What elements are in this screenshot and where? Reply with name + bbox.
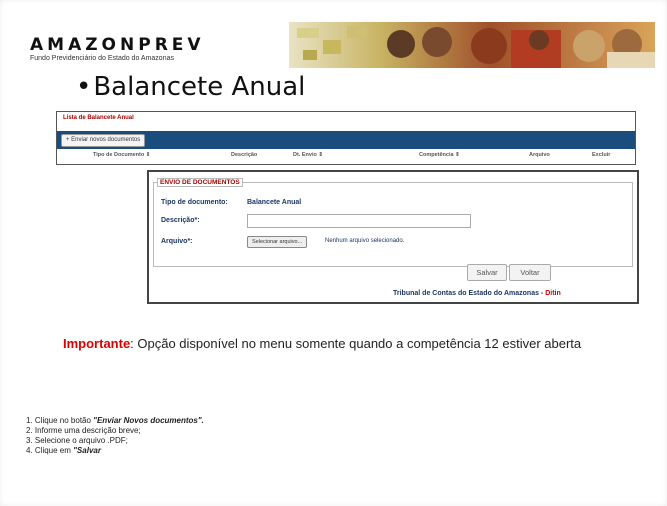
- column-header-tipo[interactable]: Tipo de Documento ⇕: [93, 152, 150, 158]
- descricao-label: Descrição*:: [161, 217, 200, 224]
- important-note: Importante: Opção disponível no menu som…: [63, 336, 581, 351]
- step-item: 4. Clique em "Salvar: [26, 446, 204, 456]
- arquivo-label: Arquivo*:: [161, 238, 193, 245]
- step-item: 2. Informe uma descrição breve;: [26, 426, 204, 436]
- tipo-documento-value: Balancete Anual: [247, 199, 302, 206]
- list-panel-title: Lista de Balancete Anual: [63, 115, 134, 121]
- logo-subtitle: Fundo Previdenciário do Estado do Amazon…: [30, 55, 174, 62]
- file-status-text: Nenhum arquivo selecionado.: [325, 238, 405, 244]
- tribunal-footer: Tribunal de Contas do Estado do Amazonas…: [393, 290, 561, 297]
- step-text: 3. Selecione o arquivo .PDF;: [26, 436, 128, 445]
- tribunal-footer-text: Tribunal de Contas do Estado do Amazonas…: [393, 290, 544, 297]
- ditin-text: Ditin: [545, 290, 561, 297]
- save-button[interactable]: Salvar: [467, 264, 507, 281]
- back-button[interactable]: Voltar: [509, 264, 551, 281]
- step-emphasis: "Enviar Novos documentos".: [93, 416, 204, 425]
- column-header-dt-envio[interactable]: Dt. Envio ⇕: [293, 152, 323, 158]
- descricao-input[interactable]: [247, 214, 471, 228]
- important-keyword: Importante: [63, 336, 131, 351]
- column-header-competencia[interactable]: Competência ⇕: [419, 152, 460, 158]
- slide: AMAZONPREV Fundo Previdenciário do Estad…: [0, 0, 667, 506]
- slide-title: •Balancete Anual: [76, 72, 306, 102]
- step-item: 3. Selecione o arquivo .PDF;: [26, 436, 204, 446]
- slide-title-text: Balancete Anual: [93, 72, 306, 102]
- tipo-documento-label: Tipo de documento:: [161, 199, 228, 206]
- step-item: 1. Clique no botão "Enviar Novos documen…: [26, 416, 204, 426]
- upload-document-panel: ENVIO DE DOCUMENTOS Tipo de documento: B…: [147, 170, 639, 304]
- instruction-steps: 1. Clique no botão "Enviar Novos documen…: [26, 416, 204, 456]
- step-emphasis: "Salvar: [73, 446, 101, 455]
- column-header-descricao: Descrição: [231, 152, 258, 158]
- list-toolbar: + Enviar novos documentos: [57, 131, 635, 149]
- important-text: : Opção disponível no menu somente quand…: [130, 336, 582, 351]
- amazonprev-logo: AMAZONPREV Fundo Previdenciário do Estad…: [30, 36, 205, 62]
- step-text: 1. Clique no botão: [26, 416, 94, 425]
- select-file-button[interactable]: Selecionar arquivo...: [247, 236, 308, 248]
- logo-word: AMAZONPREV: [30, 35, 205, 55]
- upload-legend: ENVIO DE DOCUMENTOS: [157, 178, 243, 187]
- column-header-excluir: Excluir: [592, 152, 611, 158]
- step-text: 4. Clique em: [26, 446, 74, 455]
- header-photo-banner: [289, 22, 655, 68]
- column-header-arquivo: Arquivo: [529, 152, 550, 158]
- send-new-documents-button[interactable]: + Enviar novos documentos: [61, 134, 146, 147]
- list-panel: Lista de Balancete Anual + Enviar novos …: [56, 111, 636, 165]
- step-text: 2. Informe uma descrição breve;: [26, 426, 141, 435]
